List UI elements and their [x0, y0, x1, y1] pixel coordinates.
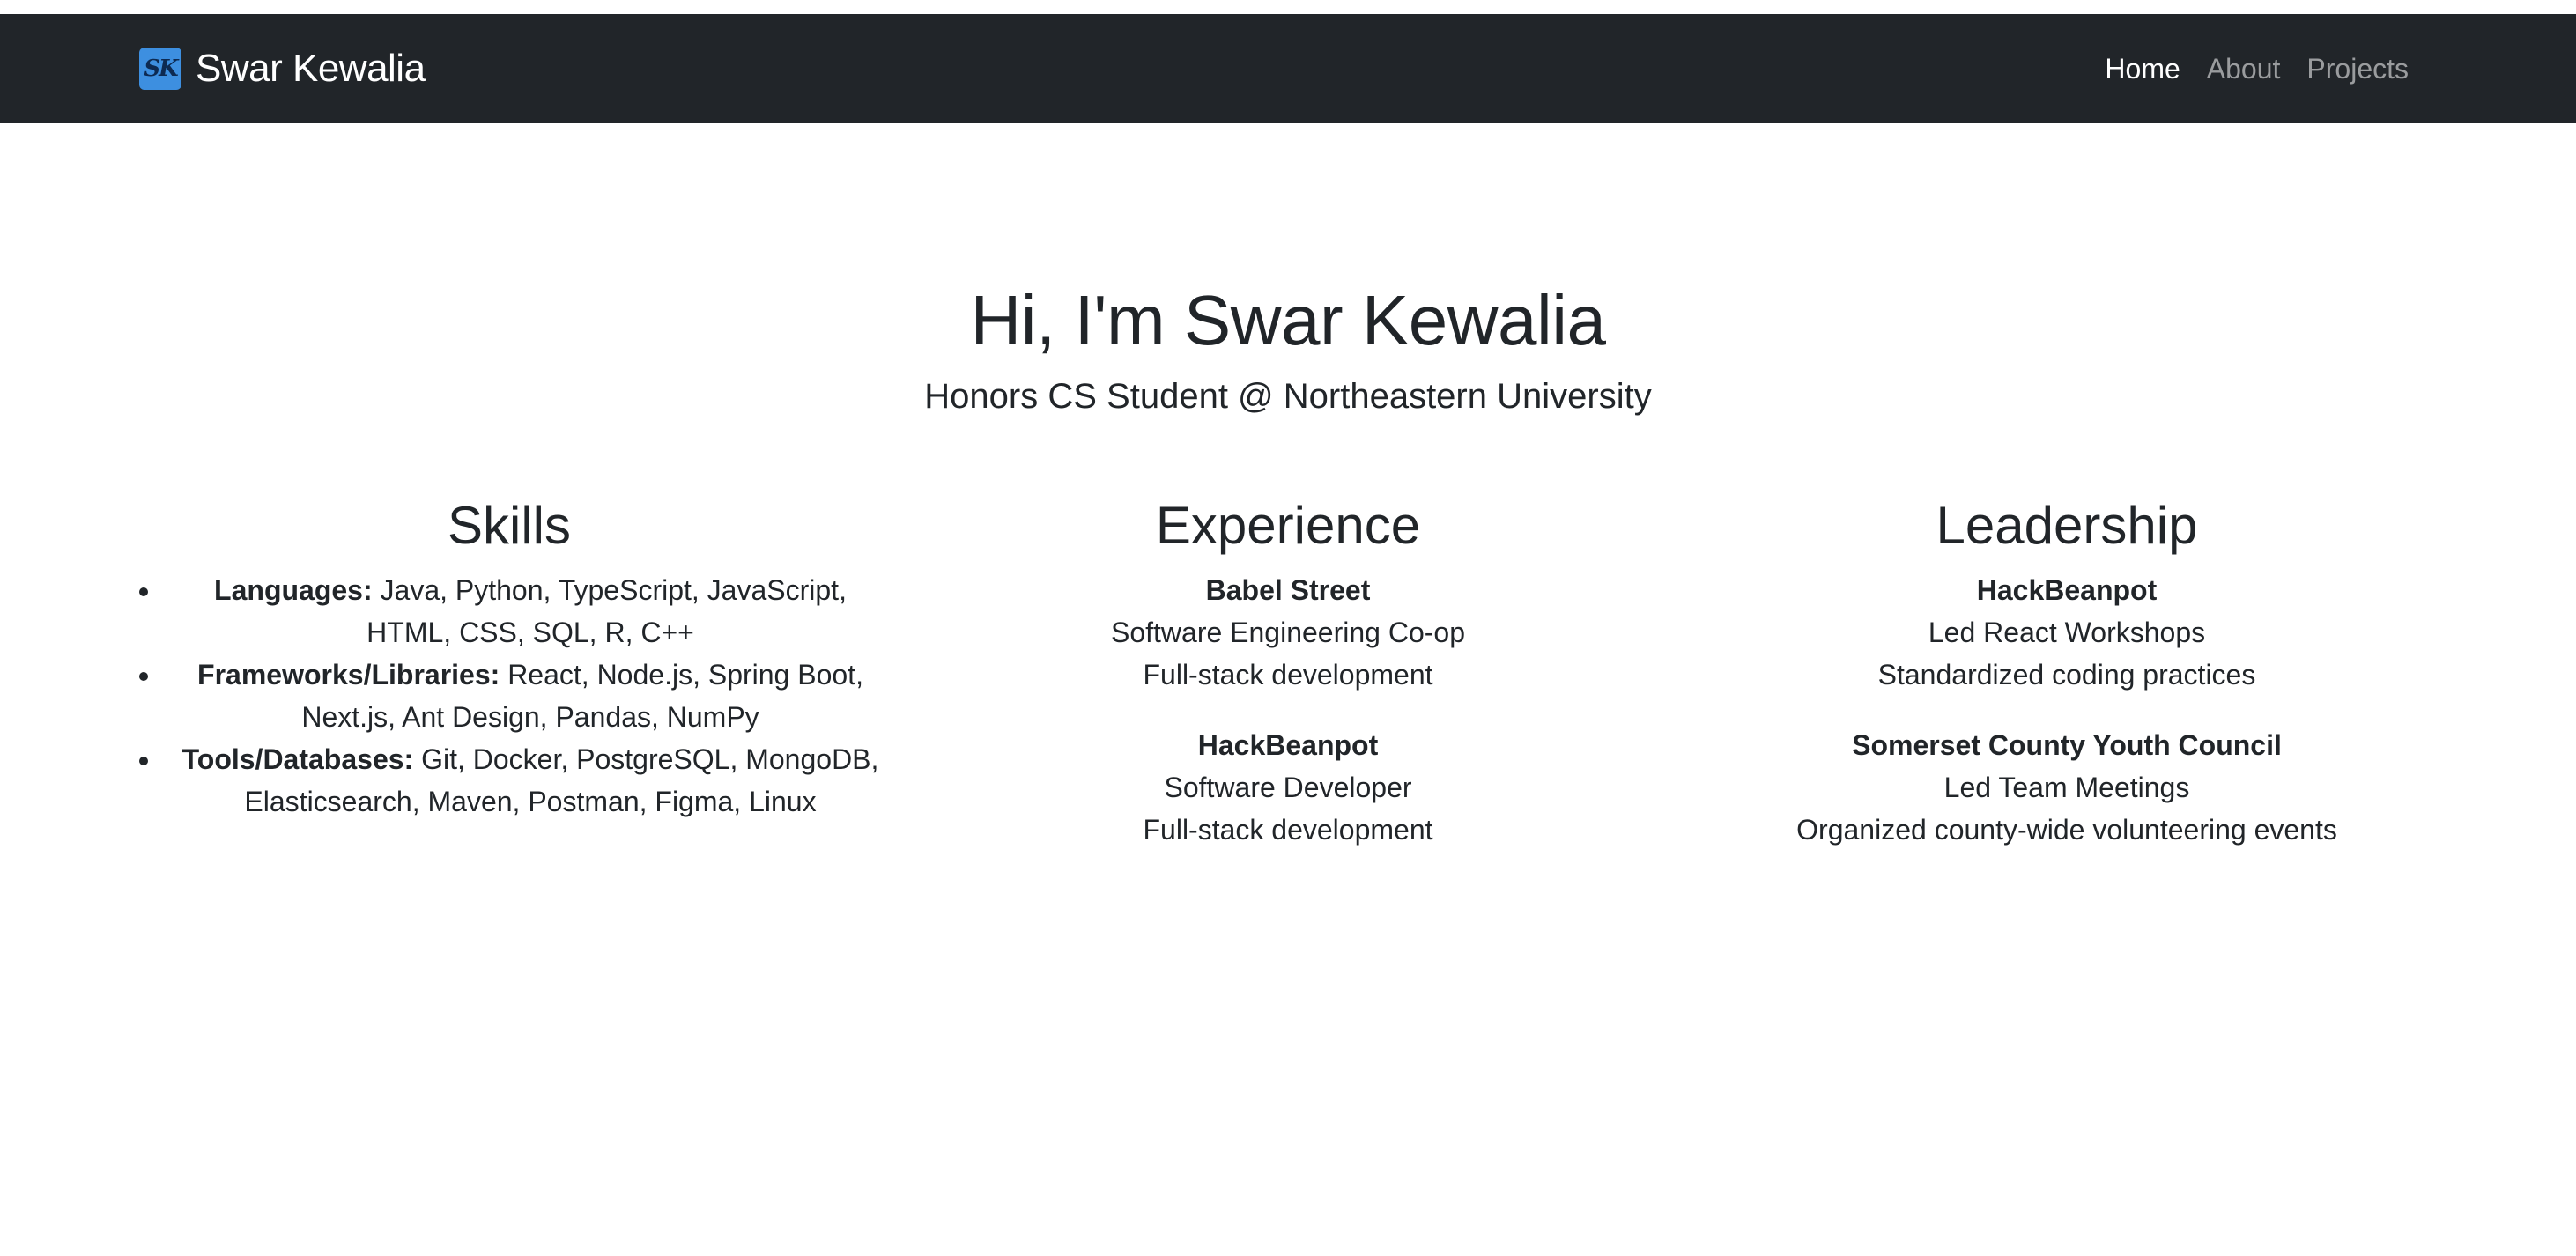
- nav-link-home[interactable]: Home: [2105, 53, 2180, 85]
- entry-org: Somerset County Youth Council: [1852, 729, 2282, 761]
- skill-item-frameworks: Frameworks/Libraries: React, Node.js, Sp…: [162, 654, 899, 738]
- info-columns: Skills Languages: Java, Python, TypeScri…: [0, 497, 2576, 879]
- experience-entry: Babel Street Software Engineering Co-op …: [899, 569, 1677, 696]
- entry-role: Led Team Meetings: [1943, 772, 2190, 803]
- hero-title: Hi, I'm Swar Kewalia: [970, 281, 1606, 359]
- nav-links: Home About Projects: [2105, 53, 2409, 85]
- entry-role: Software Engineering Co-op: [1110, 617, 1465, 648]
- entry-role: Led React Workshops: [1928, 617, 2206, 648]
- brand-link[interactable]: SK Swar Kewalia: [139, 47, 426, 91]
- skill-item-languages: Languages: Java, Python, TypeScript, Jav…: [162, 569, 899, 654]
- skills-heading: Skills: [447, 496, 571, 555]
- entry-org: HackBeanpot: [1197, 729, 1379, 761]
- leadership-entry: Somerset County Youth Council Led Team M…: [1677, 724, 2456, 851]
- logo-icon: SK: [139, 48, 181, 90]
- hero-subtitle: Honors CS Student @ Northeastern Univers…: [924, 377, 1652, 416]
- skills-list: Languages: Java, Python, TypeScript, Jav…: [120, 569, 899, 823]
- entry-detail: Standardized coding practices: [1877, 659, 2256, 691]
- navbar: SK Swar Kewalia Home About Projects: [0, 14, 2576, 123]
- entry-detail: Full-stack development: [1143, 659, 1433, 691]
- brand-name: Swar Kewalia: [196, 47, 426, 90]
- top-strip: [0, 0, 2576, 14]
- experience-heading: Experience: [1155, 496, 1421, 555]
- skill-value: Java, Python, TypeScript, JavaScript, HT…: [366, 574, 847, 648]
- nav-link-projects[interactable]: Projects: [2306, 53, 2409, 85]
- entry-role: Software Developer: [1164, 772, 1412, 803]
- entry-detail: Full-stack development: [1143, 814, 1433, 846]
- skills-column: Skills Languages: Java, Python, TypeScri…: [120, 497, 899, 879]
- skill-label: Frameworks/Libraries:: [197, 659, 500, 691]
- experience-entry: HackBeanpot Software Developer Full-stac…: [899, 724, 1677, 851]
- skill-label: Languages:: [214, 574, 373, 606]
- entry-detail: Organized county-wide volunteering event…: [1796, 814, 2337, 846]
- skill-label: Tools/Databases:: [181, 743, 414, 775]
- leadership-column: Leadership HackBeanpot Led React Worksho…: [1677, 497, 2456, 879]
- entry-org: Babel Street: [1205, 574, 1371, 606]
- leadership-entry: HackBeanpot Led React Workshops Standard…: [1677, 569, 2456, 696]
- entry-org: HackBeanpot: [1976, 574, 2158, 606]
- experience-column: Experience Babel Street Software Enginee…: [899, 497, 1677, 879]
- skill-item-tools: Tools/Databases: Git, Docker, PostgreSQL…: [162, 738, 899, 823]
- leadership-heading: Leadership: [1936, 496, 2198, 555]
- hero-section: Hi, I'm Swar Kewalia Honors CS Student @…: [0, 285, 2576, 417]
- nav-link-about[interactable]: About: [2207, 53, 2281, 85]
